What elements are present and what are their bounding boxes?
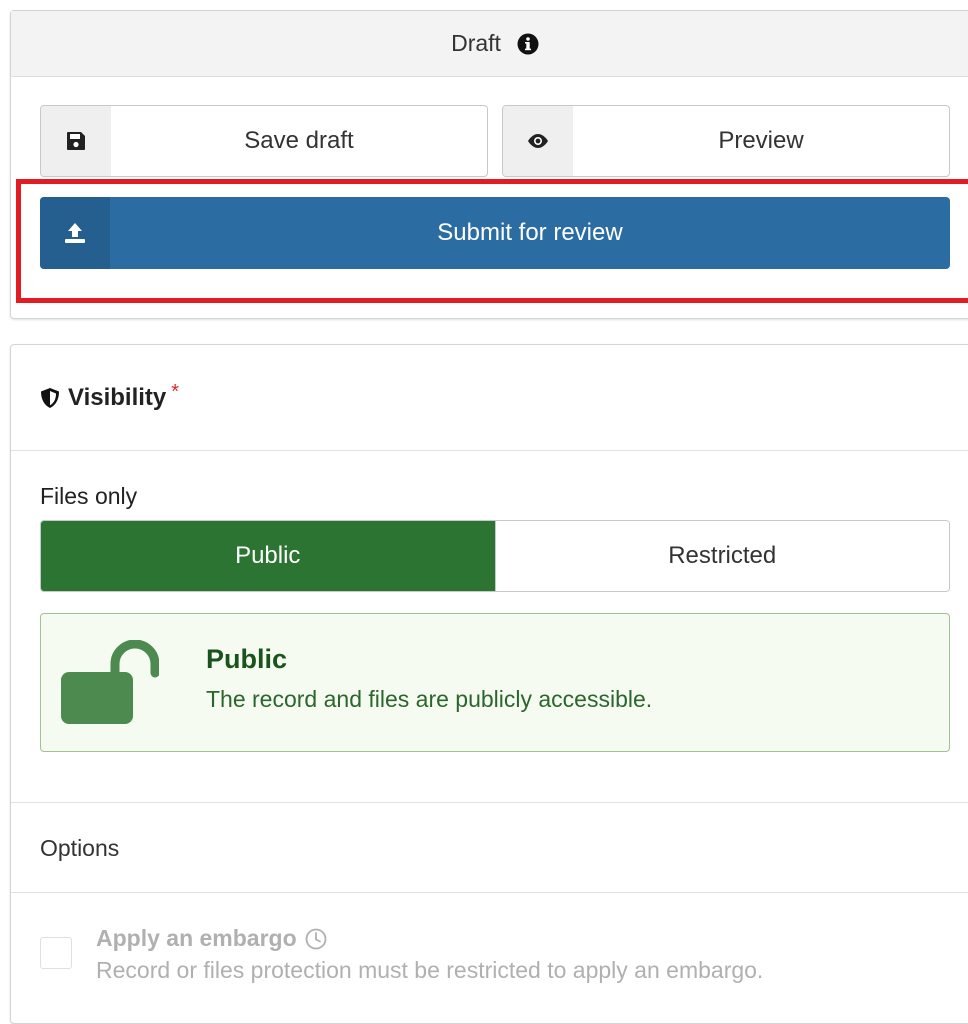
visibility-toggle: Public Restricted (40, 520, 950, 592)
visibility-title: Visibility (68, 383, 167, 411)
save-draft-button[interactable]: Save draft (40, 105, 488, 177)
message-title: Public (206, 644, 288, 674)
restricted-toggle-button[interactable]: Restricted (494, 521, 949, 591)
save-icon (41, 106, 111, 176)
draft-header: Draft (11, 11, 968, 77)
preview-button[interactable]: Preview (502, 105, 950, 177)
public-toggle-button[interactable]: Public (41, 521, 495, 591)
submit-for-review-button[interactable]: Submit for review (40, 197, 950, 269)
unlock-icon (59, 639, 160, 730)
divider (11, 802, 968, 803)
embargo-label: Apply an embargo (96, 925, 297, 951)
files-only-label: Files only (40, 483, 138, 509)
draft-card: Draft Save draft Preview Submit for revi… (10, 10, 968, 319)
message-text: The record and files are publicly access… (206, 686, 653, 712)
save-draft-label: Save draft (244, 127, 354, 154)
embargo-title: Apply an embargo (96, 925, 327, 952)
divider (11, 892, 968, 893)
embargo-checkbox[interactable] (40, 937, 72, 969)
visibility-header: Visibility * (11, 345, 968, 451)
preview-label: Preview (718, 127, 804, 154)
upload-icon (40, 197, 110, 269)
eye-icon (503, 106, 573, 176)
public-message: Public The record and files are publicly… (40, 613, 950, 752)
options-label: Options (40, 835, 120, 861)
draft-status-label: Draft (451, 30, 501, 56)
shield-icon (40, 387, 60, 409)
visibility-card: Visibility * Files only Public Restricte… (10, 344, 968, 1024)
info-icon[interactable] (517, 33, 539, 55)
clock-icon (305, 928, 327, 950)
embargo-help-text: Record or files protection must be restr… (96, 957, 764, 983)
submit-for-review-label: Submit for review (437, 219, 623, 246)
required-mark: * (171, 381, 180, 403)
